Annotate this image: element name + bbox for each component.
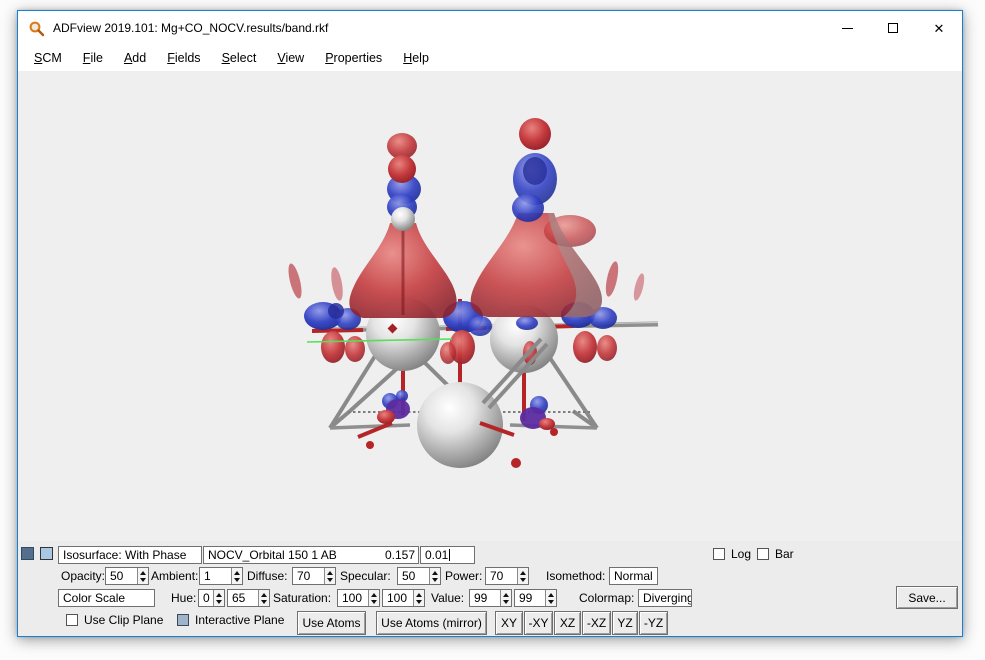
save-button[interactable]: Save... (896, 586, 958, 609)
text-cursor (449, 549, 450, 561)
menu-fields[interactable]: Fields (159, 48, 208, 68)
field-max-value: 0.157 (385, 548, 415, 562)
isosurface-control-panel: Isosurface: With Phase NOCV_Orbital 150 … (18, 541, 962, 636)
plane-minus-xy-button[interactable]: -XY (524, 611, 553, 635)
menu-properties[interactable]: Properties (317, 48, 390, 68)
isovalue-input[interactable]: 0.01 (420, 546, 475, 564)
val1-value: 99 (470, 590, 500, 606)
molecule-isosurface-render (18, 71, 962, 541)
hue1-value: 0 (199, 590, 213, 606)
hue2-value: 65 (228, 590, 258, 606)
specular-value: 50 (398, 568, 429, 584)
val2-value: 99 (515, 590, 545, 606)
saturation-label: Saturation: (273, 591, 331, 605)
spinner-arrows-icon[interactable] (137, 568, 148, 584)
sat1-value: 100 (338, 590, 368, 606)
plane-minus-xz-button[interactable]: -XZ (582, 611, 611, 635)
isosurface-type-field[interactable]: Isosurface: With Phase (58, 546, 202, 564)
specular-spinbox[interactable]: 50 (397, 567, 441, 585)
spinner-arrows-icon[interactable] (517, 568, 528, 584)
spinner-arrows-icon[interactable] (429, 568, 440, 584)
specular-label: Specular: (340, 569, 391, 583)
menu-view[interactable]: View (269, 48, 312, 68)
minimize-button[interactable] (824, 11, 870, 45)
ambient-value: 1 (200, 568, 231, 584)
spinner-arrows-icon[interactable] (213, 590, 224, 606)
color-swatch-button-2[interactable] (40, 547, 53, 560)
isomethod-label: Isomethod: (546, 569, 605, 583)
colormap-field[interactable]: Diverging (638, 589, 692, 607)
saturation-spinbox-2[interactable]: 100 (382, 589, 425, 607)
opacity-spinbox[interactable]: 50 (105, 567, 149, 585)
plane-minus-yz-button[interactable]: -YZ (639, 611, 668, 635)
title-bar[interactable]: ADFview 2019.101: Mg+CO_NOCV.results/ban… (18, 11, 962, 45)
viewport-3d[interactable] (18, 71, 962, 541)
use-clip-plane-checkbox[interactable] (66, 614, 78, 626)
close-icon: ✕ (934, 22, 945, 35)
spinner-arrows-icon[interactable] (545, 590, 556, 606)
value-spinbox-1[interactable]: 99 (469, 589, 512, 607)
use-atoms-mirror-button[interactable]: Use Atoms (mirror) (376, 611, 487, 635)
value-label: Value: (431, 591, 464, 605)
log-checkbox[interactable] (713, 548, 725, 560)
use-clip-plane-label: Use Clip Plane (84, 613, 163, 627)
maximize-icon (888, 23, 898, 33)
window-title: ADFview 2019.101: Mg+CO_NOCV.results/ban… (53, 21, 328, 35)
hue-spinbox-1[interactable]: 0 (198, 589, 225, 607)
color-scale-field[interactable]: Color Scale (58, 589, 155, 607)
colormap-label: Colormap: (579, 591, 634, 605)
ambient-spinbox[interactable]: 1 (199, 567, 243, 585)
field-name-box[interactable]: NOCV_Orbital 150 1 AB 0.157 (203, 546, 419, 564)
value-spinbox-2[interactable]: 99 (514, 589, 557, 607)
menu-add[interactable]: Add (116, 48, 154, 68)
minimize-icon (842, 28, 853, 29)
menu-scm[interactable]: SCM (26, 48, 70, 68)
sat2-value: 100 (383, 590, 413, 606)
bar-checkbox[interactable] (757, 548, 769, 560)
bar-checkbox-label: Bar (775, 547, 794, 561)
diffuse-label: Diffuse: (247, 569, 287, 583)
use-atoms-button[interactable]: Use Atoms (297, 611, 366, 635)
maximize-button[interactable] (870, 11, 916, 45)
power-value: 70 (486, 568, 517, 584)
hue-spinbox-2[interactable]: 65 (227, 589, 270, 607)
diffuse-value: 70 (293, 568, 324, 584)
menu-bar: SCM File Add Fields Select View Properti… (18, 45, 962, 71)
ambient-label: Ambient: (151, 569, 198, 583)
power-spinbox[interactable]: 70 (485, 567, 529, 585)
saturation-spinbox-1[interactable]: 100 (337, 589, 380, 607)
interactive-plane-label: Interactive Plane (195, 613, 284, 627)
menu-file[interactable]: File (75, 48, 111, 68)
power-label: Power: (445, 569, 482, 583)
isomethod-field[interactable]: Normal (609, 567, 658, 585)
opacity-label: Opacity: (61, 569, 105, 583)
app-window: ADFview 2019.101: Mg+CO_NOCV.results/ban… (17, 10, 963, 637)
plane-yz-button[interactable]: YZ (612, 611, 638, 635)
spinner-arrows-icon[interactable] (413, 590, 424, 606)
spinner-arrows-icon[interactable] (500, 590, 511, 606)
interactive-plane-checkbox[interactable] (177, 614, 189, 626)
diffuse-spinbox[interactable]: 70 (292, 567, 336, 585)
magnifier-icon (28, 20, 45, 37)
spinner-arrows-icon[interactable] (258, 590, 269, 606)
plane-xz-button[interactable]: XZ (554, 611, 581, 635)
plane-xy-button[interactable]: XY (495, 611, 523, 635)
color-swatch-button-1[interactable] (21, 547, 34, 560)
spinner-arrows-icon[interactable] (368, 590, 379, 606)
field-name-text: NOCV_Orbital 150 1 AB (208, 548, 337, 562)
menu-help[interactable]: Help (395, 48, 437, 68)
opacity-value: 50 (106, 568, 137, 584)
close-button[interactable]: ✕ (916, 11, 962, 45)
spinner-arrows-icon[interactable] (324, 568, 335, 584)
isovalue-text: 0.01 (425, 548, 448, 562)
log-checkbox-label: Log (731, 547, 751, 561)
spinner-arrows-icon[interactable] (231, 568, 242, 584)
hue-label: Hue: (171, 591, 196, 605)
menu-select[interactable]: Select (214, 48, 265, 68)
